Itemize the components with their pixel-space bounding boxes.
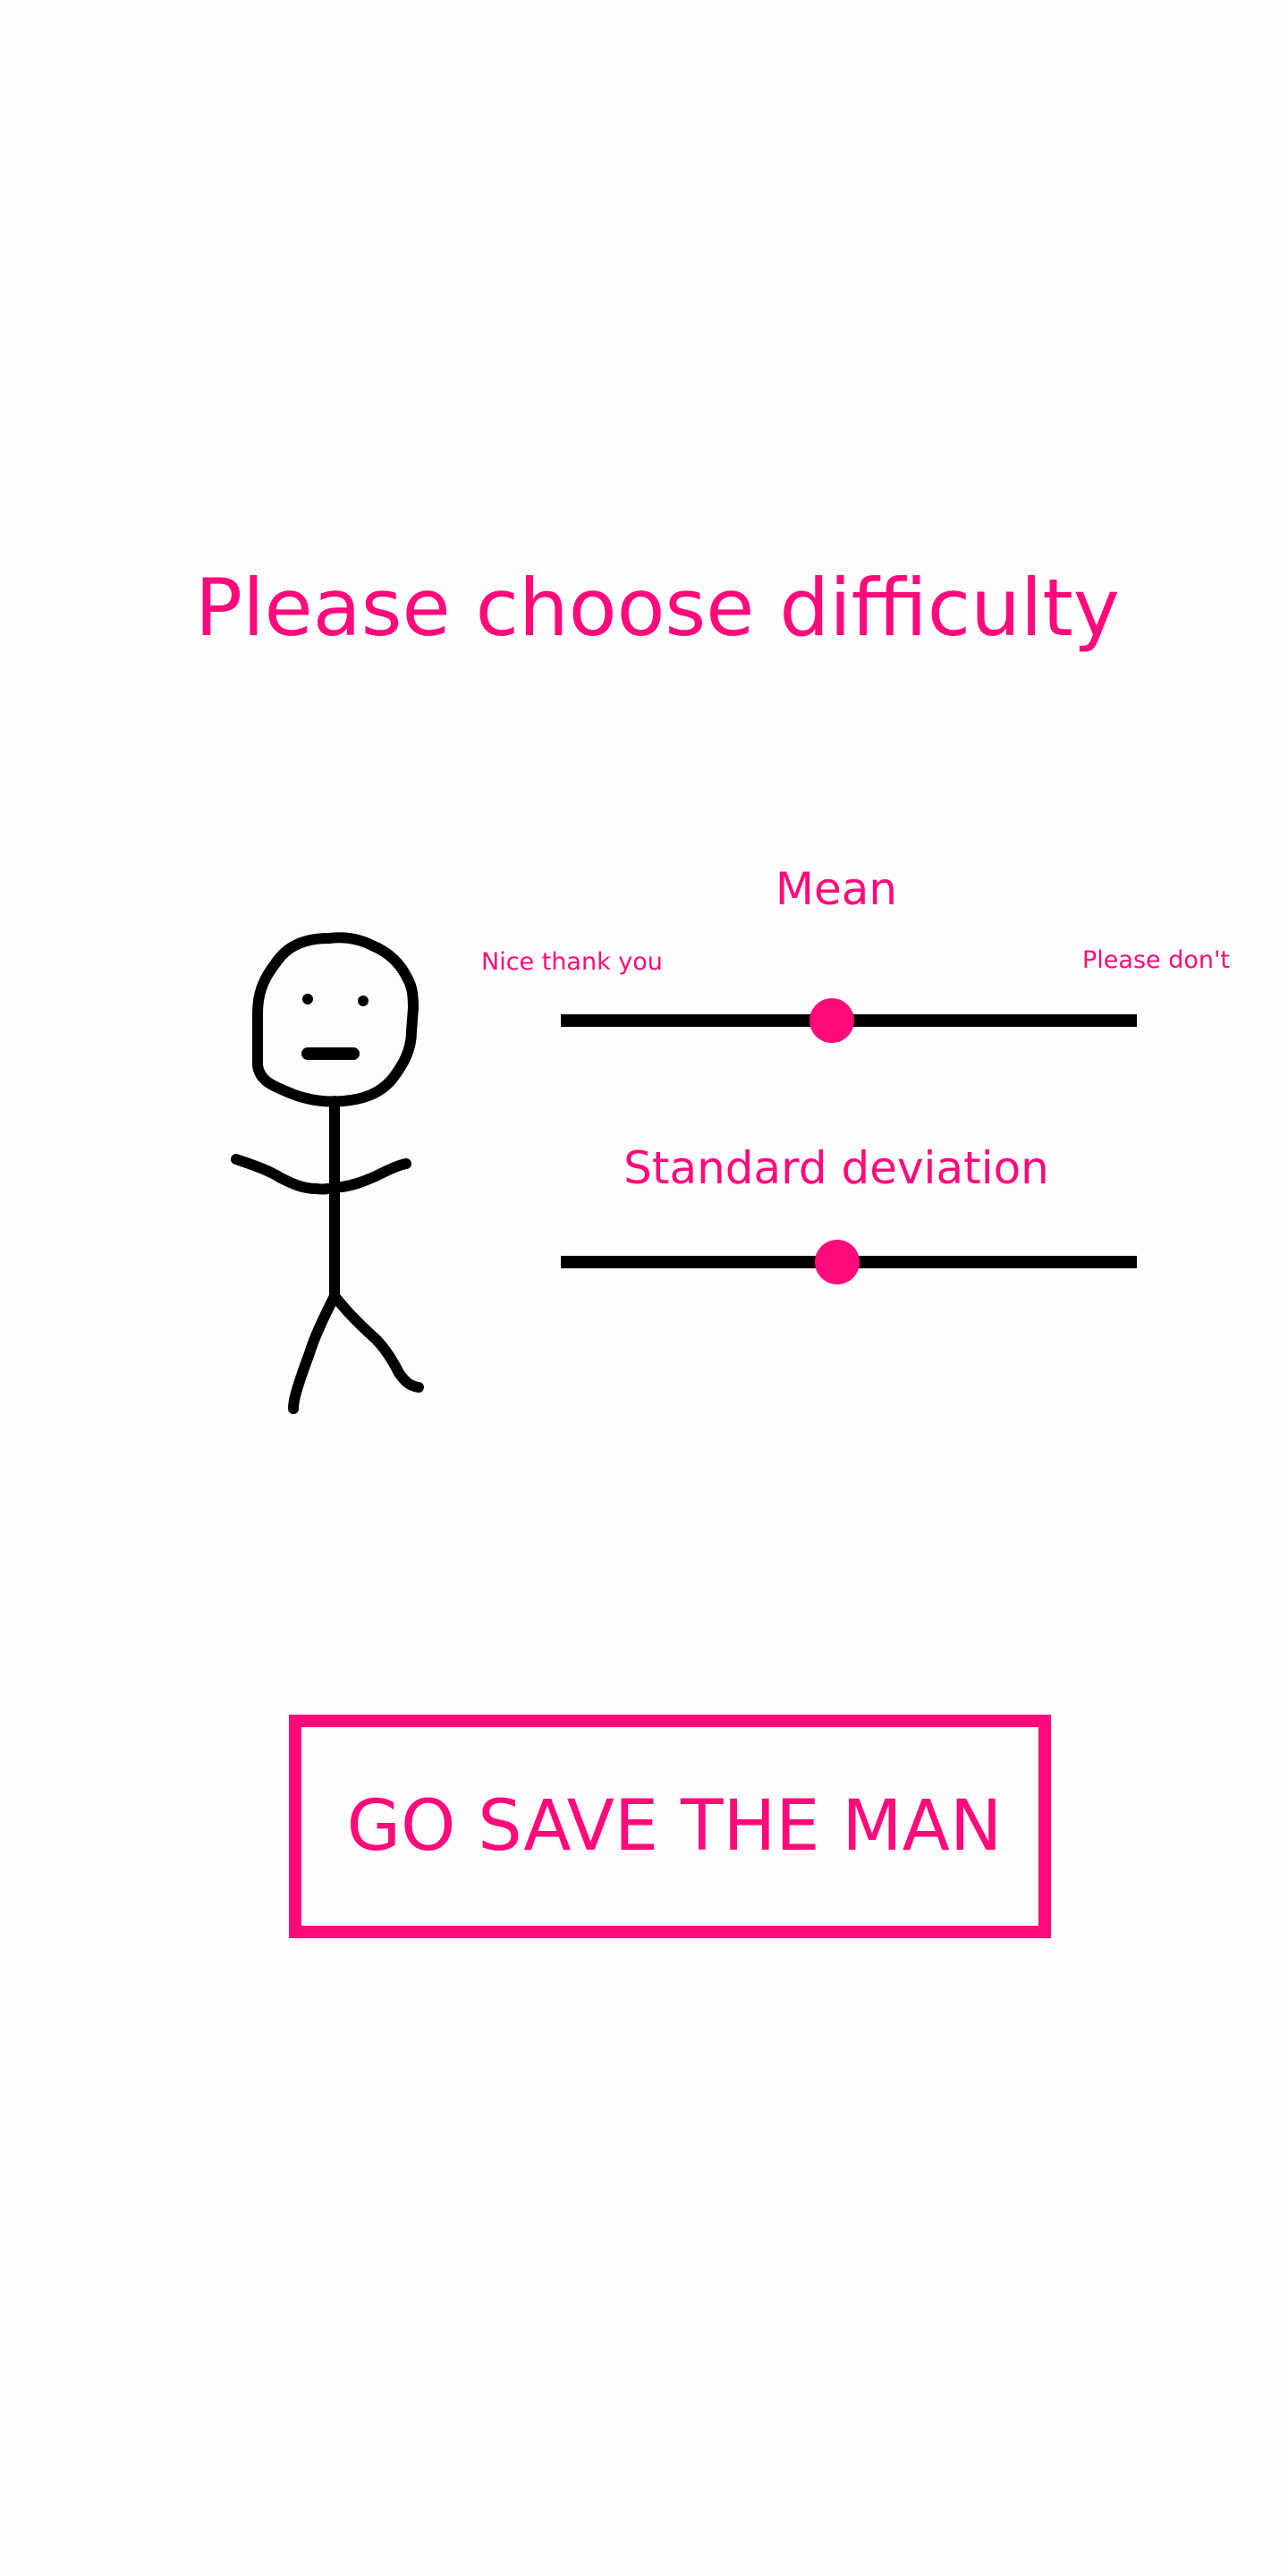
std-dev-label: Standard deviation — [623, 1142, 1049, 1194]
mean-slider[interactable] — [561, 993, 1137, 1046]
std-dev-slider-thumb[interactable] — [815, 1240, 860, 1284]
std-dev-slider[interactable] — [561, 1234, 1137, 1288]
stickman-icon — [231, 932, 424, 1414]
mean-max-label: Please don't — [1082, 946, 1230, 974]
mean-slider-thumb[interactable] — [809, 998, 854, 1043]
mean-label: Mean — [775, 863, 898, 915]
mean-min-label: Nice thank you — [481, 948, 663, 976]
go-save-the-man-button[interactable]: GO SAVE THE MAN — [289, 1715, 1051, 1938]
page-title: Please choose difficulty — [195, 562, 1120, 654]
